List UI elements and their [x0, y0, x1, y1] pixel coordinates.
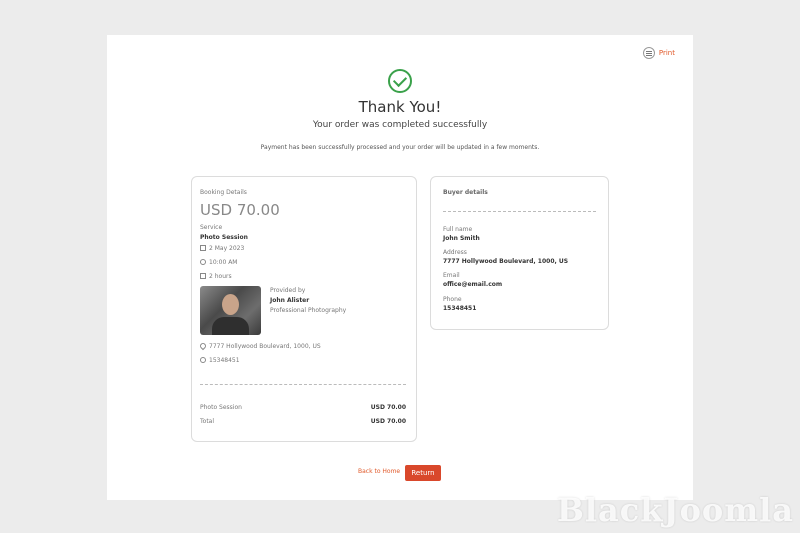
print-icon — [642, 47, 655, 59]
provided-by-label: Provided by — [270, 287, 306, 294]
summary-total-value: USD 70.00 — [370, 418, 406, 425]
summary-total-label: Total — [200, 418, 215, 425]
hourglass-icon — [200, 273, 206, 279]
booking-phone: 15348451 — [209, 357, 240, 364]
summary-item-value: USD 70.00 — [370, 404, 406, 411]
booking-phone-row: 15348451 — [200, 357, 240, 364]
booking-duration-row: 2 hours — [200, 273, 232, 280]
success-check-icon — [388, 69, 412, 93]
phone-icon — [200, 357, 206, 363]
booking-date-row: 2 May 2023 — [200, 245, 244, 252]
booking-details-panel: Booking Details USD 70.00 Service Photo … — [191, 176, 417, 442]
address-value: 7777 Hollywood Boulevard, 1000, US — [443, 258, 569, 265]
service-value: Photo Session — [200, 234, 248, 241]
provider-name: John Alister — [270, 297, 310, 304]
full-name-value: John Smith — [443, 235, 480, 242]
print-button[interactable]: Print — [642, 47, 675, 59]
payment-note: Payment has been successfully processed … — [260, 144, 540, 151]
booking-date: 2 May 2023 — [209, 245, 245, 252]
email-value: office@email.com — [443, 281, 503, 288]
buyer-details-panel: Buyer details Full name John Smith Addre… — [430, 176, 609, 330]
service-label: Service — [200, 224, 223, 231]
clock-icon — [200, 259, 206, 265]
return-button[interactable]: Return — [405, 465, 441, 481]
booking-time-row: 10:00 AM — [200, 259, 237, 266]
address-label: Address — [443, 249, 467, 256]
divider — [200, 384, 406, 385]
summary-item-label: Photo Session — [200, 404, 242, 411]
booking-address: 7777 Hollywood Boulevard, 1000, US — [209, 343, 321, 350]
booking-price: USD 70.00 — [200, 201, 280, 219]
booking-time: 10:00 AM — [209, 259, 238, 266]
booking-heading: Booking Details — [200, 189, 247, 196]
provider-avatar — [200, 286, 261, 335]
print-label: Print — [658, 49, 675, 57]
email-label: Email — [443, 272, 460, 279]
summary-row: Photo Session USD 70.00 — [200, 404, 406, 411]
phone-value: 15348451 — [443, 305, 477, 312]
watermark-logo: BlackJoomla — [556, 491, 794, 529]
calendar-icon — [200, 245, 206, 251]
page-title: Thank You! — [358, 98, 442, 116]
full-name-label: Full name — [443, 226, 473, 233]
buyer-heading: Buyer details — [443, 189, 488, 196]
order-confirmation-card: Print Thank You! Your order was complete… — [107, 35, 693, 500]
summary-total-row: Total USD 70.00 — [200, 418, 406, 425]
back-to-home-link[interactable]: Back to Home — [358, 468, 400, 475]
booking-duration: 2 hours — [209, 273, 232, 280]
phone-label: Phone — [443, 296, 462, 303]
divider — [443, 211, 596, 212]
location-pin-icon — [198, 341, 208, 351]
page-subtitle: Your order was completed successfully — [312, 120, 488, 130]
booking-address-row: 7777 Hollywood Boulevard, 1000, US — [198, 341, 321, 351]
provider-title: Professional Photography — [270, 307, 347, 314]
